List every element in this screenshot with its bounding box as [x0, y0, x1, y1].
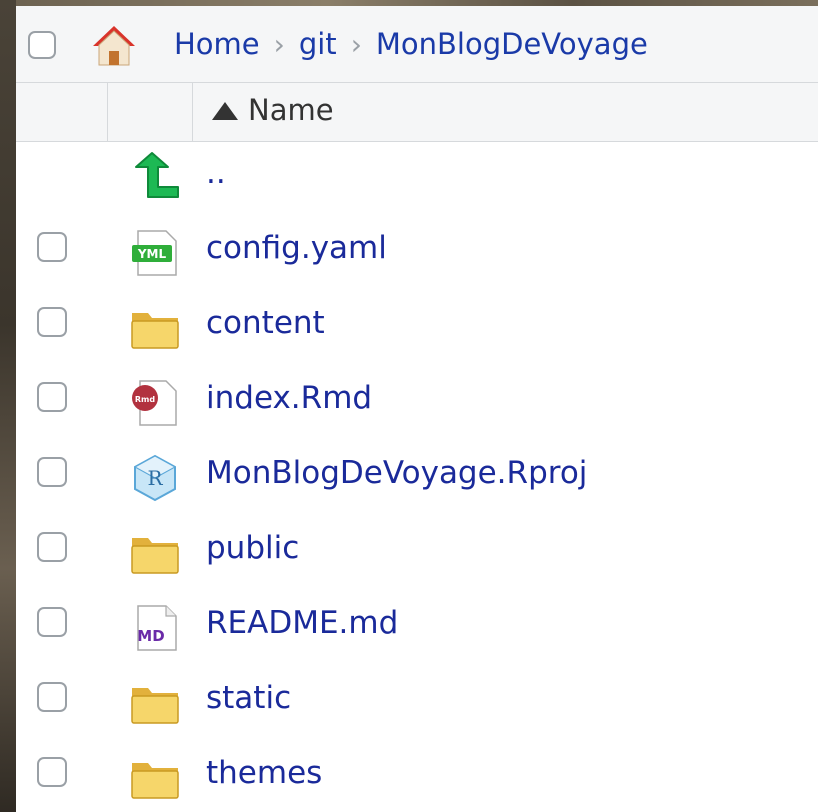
- row-checkbox[interactable]: [37, 682, 67, 712]
- file-browser-panel: Home › git › MonBlogDeVoyage Name .. YML…: [16, 6, 818, 812]
- column-header: Name: [16, 83, 818, 142]
- file-name-link[interactable]: index.Rmd: [206, 380, 372, 416]
- row-checkbox[interactable]: [37, 382, 67, 412]
- file-row[interactable]: MD README.md: [16, 591, 818, 666]
- yaml-file-icon: YML: [132, 230, 177, 276]
- parent-directory-link[interactable]: ..: [206, 155, 226, 191]
- folder-icon: [131, 313, 179, 349]
- desktop-background-left: [0, 0, 16, 812]
- home-icon[interactable]: [90, 21, 138, 69]
- breadcrumb: Home › git › MonBlogDeVoyage: [174, 24, 648, 64]
- folder-row[interactable]: themes: [16, 741, 818, 812]
- breadcrumb-separator: ›: [273, 27, 285, 61]
- column-divider: [192, 83, 193, 141]
- row-checkbox[interactable]: [37, 532, 67, 562]
- breadcrumb-separator: ›: [350, 27, 362, 61]
- row-checkbox[interactable]: [37, 457, 67, 487]
- row-checkbox[interactable]: [37, 307, 67, 337]
- folder-icon: [131, 538, 179, 574]
- breadcrumb-git[interactable]: git: [299, 27, 337, 61]
- folder-name-link[interactable]: public: [206, 530, 299, 566]
- name-column-header[interactable]: Name: [248, 93, 334, 127]
- up-arrow-icon: [135, 152, 179, 198]
- folder-row[interactable]: public: [16, 516, 818, 591]
- svg-text:YML: YML: [137, 247, 167, 261]
- row-checkbox[interactable]: [37, 232, 67, 262]
- folder-name-link[interactable]: static: [206, 680, 291, 716]
- svg-text:MD: MD: [137, 627, 164, 645]
- breadcrumb-home[interactable]: Home: [174, 27, 260, 61]
- file-row[interactable]: R MonBlogDeVoyage.Rproj: [16, 441, 818, 516]
- column-divider: [107, 83, 108, 141]
- folder-row[interactable]: static: [16, 666, 818, 741]
- markdown-file-icon: MD: [137, 605, 177, 651]
- folder-icon: [131, 688, 179, 724]
- folder-icon: [131, 763, 179, 799]
- parent-directory-row[interactable]: ..: [16, 141, 818, 216]
- rmd-file-icon: Rmd: [132, 380, 177, 426]
- rproj-file-icon: R: [133, 454, 177, 502]
- row-checkbox[interactable]: [37, 757, 67, 787]
- select-all-checkbox[interactable]: [28, 31, 56, 59]
- folder-name-link[interactable]: content: [206, 305, 325, 341]
- sort-ascending-icon[interactable]: [212, 102, 238, 120]
- folder-row[interactable]: content: [16, 291, 818, 366]
- breadcrumb-bar: Home › git › MonBlogDeVoyage: [16, 6, 818, 83]
- row-checkbox[interactable]: [37, 607, 67, 637]
- svg-text:Rmd: Rmd: [135, 395, 155, 404]
- file-name-link[interactable]: config.yaml: [206, 230, 387, 266]
- file-name-link[interactable]: MonBlogDeVoyage.Rproj: [206, 455, 587, 491]
- file-name-link[interactable]: README.md: [206, 605, 398, 641]
- folder-name-link[interactable]: themes: [206, 755, 322, 791]
- file-row[interactable]: YML config.yaml: [16, 216, 818, 291]
- svg-text:R: R: [147, 466, 163, 490]
- file-row[interactable]: Rmd index.Rmd: [16, 366, 818, 441]
- breadcrumb-current[interactable]: MonBlogDeVoyage: [376, 27, 648, 61]
